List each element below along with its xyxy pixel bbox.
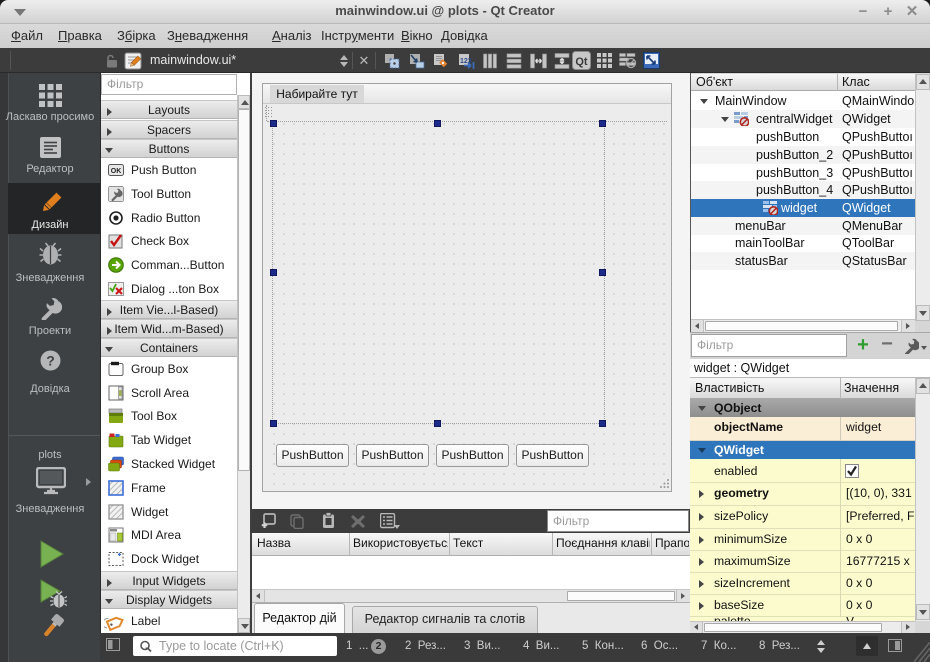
svg-text:OK: OK (111, 168, 122, 175)
svg-text:Qt: Qt (575, 56, 588, 68)
svg-text:?: ? (46, 353, 55, 369)
